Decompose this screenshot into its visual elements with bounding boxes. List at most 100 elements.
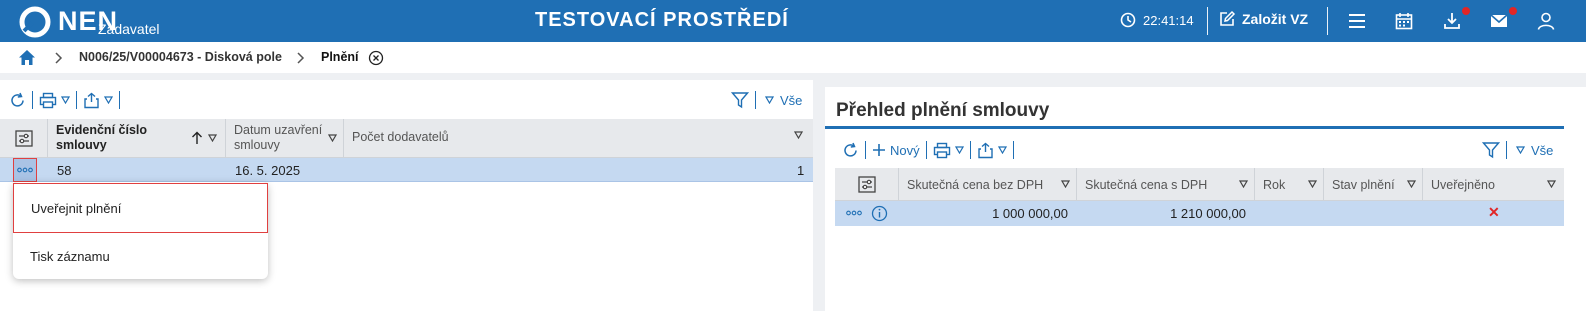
column-label: Skutečná cena s DPH (1085, 178, 1208, 192)
filter-icon[interactable] (731, 91, 749, 109)
dropdown-triangle-icon[interactable] (997, 146, 1007, 154)
print-icon[interactable] (39, 92, 57, 109)
column-menu-triangle-icon[interactable] (794, 131, 803, 139)
column-label: Evidenční číslo smlouvy (56, 123, 148, 152)
print-icon[interactable] (933, 142, 951, 159)
download-badge (1462, 7, 1470, 15)
dropdown-triangle-icon[interactable] (104, 96, 113, 104)
export-icon[interactable] (977, 142, 994, 159)
table-row[interactable]: 1 000 000,00 1 210 000,00 ✕ (835, 201, 1564, 226)
toolbar-divider (1012, 141, 1014, 159)
column-menu-triangle-icon[interactable] (208, 134, 217, 142)
column-menu-triangle-icon[interactable] (1061, 180, 1070, 188)
fulfillment-grid-header: Skutečná cena bez DPH Skutečná cena s DP… (835, 168, 1564, 201)
column-header-uverejneno[interactable]: Uveřejněno (1423, 168, 1564, 201)
column-header-stav-plneni[interactable]: Stav plnění (1324, 168, 1423, 201)
nen-logo-icon (19, 6, 51, 38)
column-header-rok[interactable]: Rok (1255, 168, 1324, 201)
header-divider (1327, 7, 1328, 35)
create-vz-button[interactable]: Založit VZ (1218, 10, 1308, 28)
column-header-pocet[interactable]: Počet dodavatelů (344, 119, 813, 158)
menu-item-label: Uveřejnit plnění (31, 201, 122, 216)
menu-item-uverejnit-plneni[interactable]: Uveřejnit plnění (13, 183, 268, 233)
menu-icon[interactable] (1347, 11, 1367, 31)
environment-title: TESTOVACÍ PROSTŘEDÍ (535, 9, 789, 31)
chevron-right-icon (297, 52, 305, 64)
breadcrumb: N006/25/V00004673 - Disková pole Plnění (0, 42, 1586, 73)
panel-title: Přehled plnění smlouvy (836, 100, 1050, 121)
cell-cena-s-dph: 1 210 000,00 (1170, 206, 1246, 221)
column-settings-cell (835, 168, 899, 201)
filter-all-label[interactable]: Vše (1531, 143, 1553, 158)
column-menu-triangle-icon[interactable] (1407, 180, 1416, 188)
column-settings-cell (0, 119, 48, 158)
plus-icon (873, 144, 885, 156)
column-header-cena-bez-dph[interactable]: Skutečná cena bez DPH (899, 168, 1077, 201)
toolbar-divider (76, 91, 77, 109)
menu-item-tisk-zaznamu[interactable]: Tisk záznamu (13, 232, 268, 282)
toolbar-divider (1506, 141, 1507, 159)
left-toolbar (9, 89, 126, 111)
toolbar-divider (119, 91, 120, 109)
column-menu-triangle-icon[interactable] (1239, 180, 1248, 188)
column-settings-icon[interactable] (15, 130, 33, 147)
toolbar-divider (925, 141, 927, 159)
dropdown-triangle-icon[interactable] (954, 146, 964, 154)
not-published-icon: ✕ (1488, 204, 1500, 220)
session-clock: 22:41:14 (1120, 12, 1194, 28)
column-label: Stav plnění (1332, 178, 1395, 192)
clock-icon (1120, 12, 1136, 28)
cell-cena-bez-dph: 1 000 000,00 (992, 206, 1068, 221)
column-label: Rok (1263, 178, 1286, 192)
new-button-label: Nový (890, 142, 920, 158)
more-dots-icon (17, 167, 33, 173)
dropdown-triangle-icon[interactable] (61, 96, 70, 104)
table-row[interactable]: 58 16. 5. 2025 1 (0, 158, 813, 182)
title-underline (825, 126, 1564, 129)
dropdown-triangle-icon[interactable] (765, 96, 774, 104)
logo-subtitle: Zadavatel (98, 21, 160, 37)
column-label: Uveřejněno (1431, 178, 1495, 192)
toolbar-divider (755, 91, 756, 109)
toolbar-divider (969, 141, 971, 159)
calendar-icon[interactable] (1394, 11, 1414, 31)
close-circle-icon[interactable] (368, 50, 384, 66)
export-icon[interactable] (83, 92, 100, 109)
download-icon[interactable] (1442, 11, 1462, 31)
edit-icon (1220, 10, 1236, 26)
create-vz-label: Založit VZ (1242, 11, 1309, 27)
column-menu-triangle-icon[interactable] (1547, 180, 1556, 188)
fulfillment-panel: Přehled plnění smlouvy Nový Vše Skutečná… (825, 87, 1586, 311)
home-icon[interactable] (18, 49, 36, 66)
column-menu-triangle-icon[interactable] (328, 134, 337, 142)
left-filter-bar: Vše (731, 89, 802, 111)
more-dots-icon[interactable] (846, 210, 862, 216)
column-header-evidencni-cislo[interactable]: Evidenční číslo smlouvy (48, 119, 226, 158)
right-filter-bar: Vše (1482, 139, 1553, 161)
refresh-icon[interactable] (842, 142, 859, 159)
column-menu-triangle-icon[interactable] (1308, 180, 1317, 188)
refresh-icon[interactable] (9, 92, 26, 109)
top-header: NEN Zadavatel TESTOVACÍ PROSTŘEDÍ 22:41:… (0, 0, 1586, 42)
sort-ascending-icon[interactable] (191, 131, 203, 145)
filter-all-label[interactable]: Vše (780, 93, 802, 108)
menu-item-label: Tisk záznamu (30, 249, 110, 264)
mail-icon[interactable] (1489, 11, 1509, 31)
info-icon[interactable] (871, 205, 888, 222)
cell-evidencni-cislo: 58 (57, 163, 72, 178)
mail-badge (1509, 7, 1517, 15)
right-toolbar: Nový (842, 139, 1020, 161)
new-button[interactable]: Nový (872, 143, 920, 158)
filter-icon[interactable] (1482, 141, 1500, 159)
row-actions-button[interactable] (13, 158, 37, 182)
dropdown-triangle-icon[interactable] (1516, 146, 1525, 154)
column-label: Datum uzavření smlouvy (234, 123, 323, 152)
chevron-right-icon (55, 52, 63, 64)
column-settings-icon[interactable] (858, 176, 876, 193)
column-header-datum[interactable]: Datum uzavření smlouvy (226, 119, 344, 158)
column-label: Počet dodavatelů (352, 130, 449, 144)
breadcrumb-item-zakazka[interactable]: N006/25/V00004673 - Disková pole (79, 50, 282, 64)
column-header-cena-s-dph[interactable]: Skutečná cena s DPH (1077, 168, 1255, 201)
row-context-menu: Uveřejnit plnění Tisk záznamu (13, 182, 268, 279)
user-icon[interactable] (1536, 11, 1556, 31)
